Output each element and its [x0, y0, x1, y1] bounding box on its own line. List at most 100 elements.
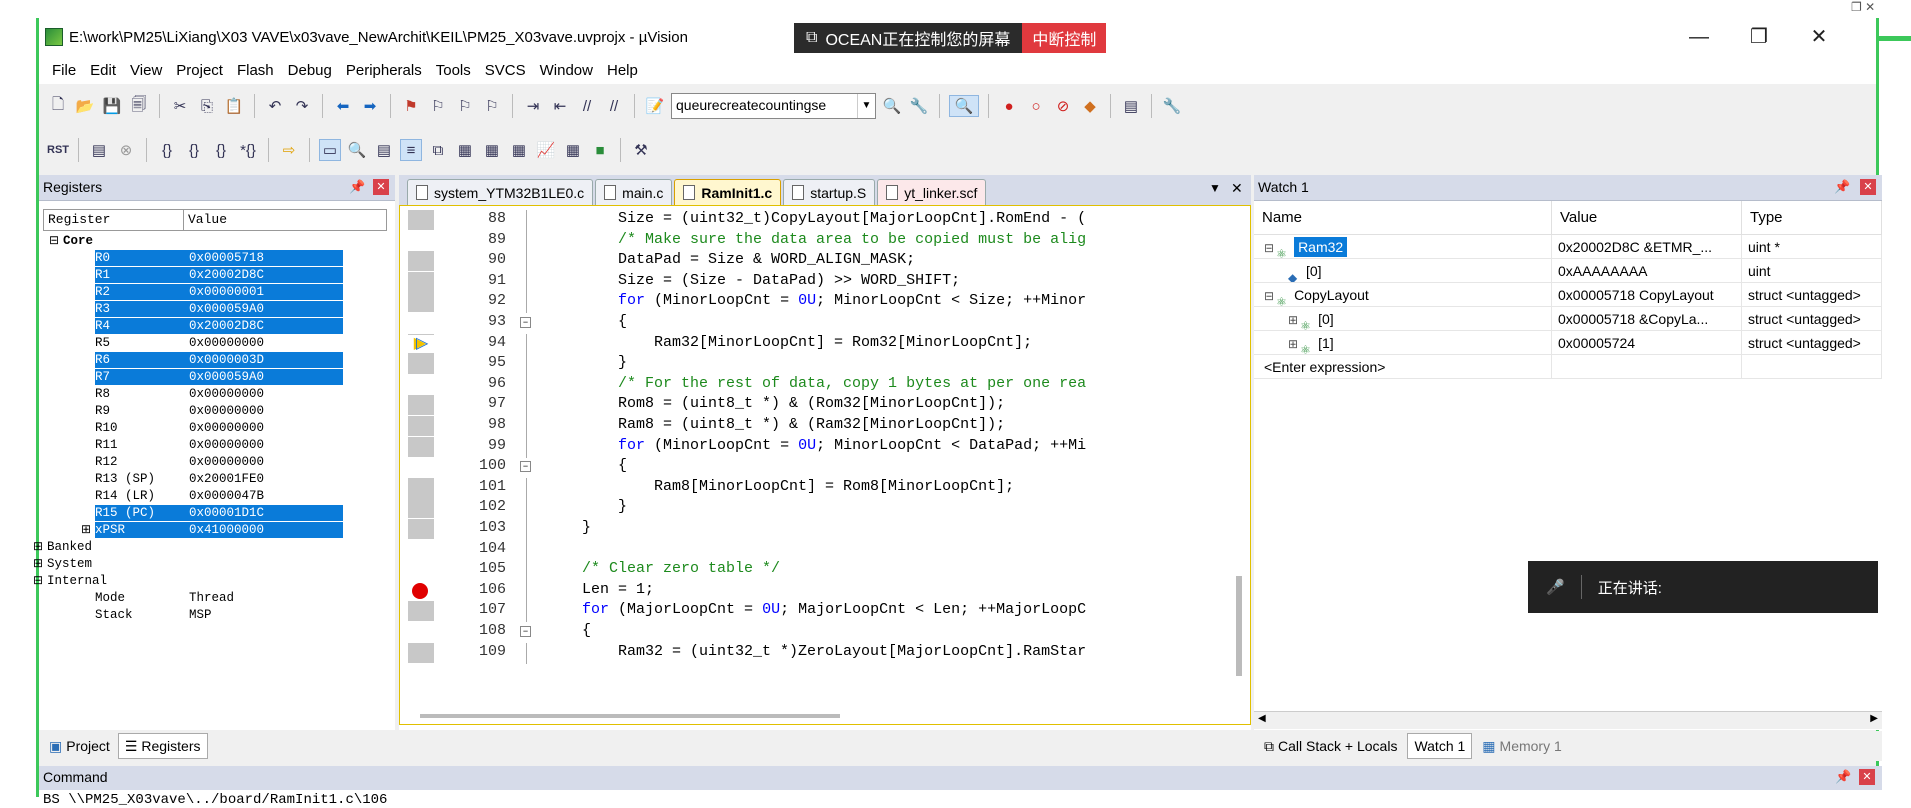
code-line[interactable]: Size = (Size - DataPad) >> WORD_SHIFT; [510, 272, 960, 289]
register-row[interactable]: R4 0x20002D8C [43, 318, 387, 334]
save-icon[interactable]: 💾 [101, 95, 123, 117]
register-row[interactable]: R3 0x000059A0 [43, 301, 387, 317]
watch-windows-icon[interactable]: ▦ [454, 139, 476, 161]
find-in-files-icon[interactable]: 📝 [644, 95, 666, 117]
register-row[interactable]: R11 0x00000000 [43, 437, 387, 453]
horizontal-scrollbar[interactable] [420, 714, 840, 718]
reset-icon[interactable]: RST [47, 139, 69, 161]
navigate-forward-icon[interactable]: ➡ [359, 95, 381, 117]
register-value[interactable]: 0x20001FE0 [183, 471, 343, 487]
gutter-mark[interactable] [408, 292, 434, 313]
code-line[interactable]: Rom8 = (uint8_t *) & (Rom32[MinorLoopCnt… [510, 395, 1005, 412]
register-row[interactable]: R14 (LR) 0x0000047B [43, 488, 387, 504]
vertical-scrollbar-thumb[interactable] [1236, 576, 1242, 676]
tab-list-icon[interactable]: ▼ [1209, 181, 1221, 195]
unindent-icon[interactable]: ⇤ [549, 95, 571, 117]
gutter-mark[interactable] [408, 271, 434, 292]
insert-breakpoint-icon[interactable]: ● [998, 95, 1020, 117]
register-row[interactable]: R0 0x00005718 [43, 250, 387, 266]
analysis-windows-icon[interactable]: 📈 [535, 139, 557, 161]
run-to-cursor-icon[interactable]: *{} [237, 139, 259, 161]
register-value[interactable]: 0x20002D8C [183, 318, 343, 334]
gutter-mark[interactable] [408, 436, 434, 457]
watch-row[interactable]: <Enter expression> [1254, 355, 1882, 379]
tab-watch-1[interactable]: Watch 1 [1407, 733, 1473, 759]
editor-tab[interactable]: startup.S [783, 179, 876, 205]
collapse-icon[interactable]: ⊟ [49, 233, 59, 248]
gutter-mark[interactable] [408, 210, 434, 230]
watch-name-cell[interactable]: ⊞ ⚛ [0] [1254, 307, 1552, 331]
configure-icon[interactable]: 🔧 [1161, 95, 1183, 117]
register-row[interactable]: Stack MSP [43, 607, 387, 623]
kill-breakpoints-icon[interactable]: ◆ [1079, 95, 1101, 117]
register-value[interactable]: 0x20002D8C [183, 267, 343, 283]
register-value[interactable]: 0x00000001 [183, 284, 343, 300]
register-row[interactable]: R5 0x00000000 [43, 335, 387, 351]
register-row[interactable]: ⊟ Internal [33, 573, 387, 589]
register-value[interactable]: 0x41000000 [183, 522, 343, 538]
watch-value-cell[interactable]: 0x00005724 [1552, 331, 1742, 355]
next-bookmark-icon[interactable]: ⚐ [454, 95, 476, 117]
code-line[interactable]: Ram8 = (uint8_t *) & (Ram32[MinorLoopCnt… [510, 416, 1005, 433]
expand-icon[interactable]: ⊞ [33, 556, 43, 571]
tab-call-stack[interactable]: ⧉ Call Stack + Locals [1258, 733, 1403, 759]
menu-tools[interactable]: Tools [429, 62, 478, 79]
code-line[interactable]: for (MajorLoopCnt = 0U; MajorLoopCnt < L… [510, 601, 1086, 618]
window-layout-icon[interactable]: ▤ [1120, 95, 1142, 117]
gutter-mark[interactable] [408, 395, 434, 416]
register-value[interactable]: MSP [183, 607, 343, 623]
memory-windows-icon[interactable]: ▦ [481, 139, 503, 161]
watch-value-header[interactable]: Value [1552, 201, 1742, 235]
paste-icon[interactable]: 📋 [223, 95, 245, 117]
expand-icon[interactable]: ⊞ [33, 539, 43, 554]
watch-name-cell[interactable]: ⊟ ⚛ CopyLayout [1254, 283, 1552, 307]
register-value[interactable]: 0x00000000 [183, 437, 343, 453]
gutter-mark[interactable] [408, 519, 434, 539]
menu-edit[interactable]: Edit [83, 62, 123, 79]
breakpoint-icon[interactable] [412, 582, 428, 599]
undo-icon[interactable]: ↶ [264, 95, 286, 117]
code-line[interactable]: Ram8[MinorLoopCnt] = Rom8[MinorLoopCnt]; [510, 478, 1014, 495]
code-line[interactable]: Size = (uint32_t)CopyLayout[MajorLoopCnt… [510, 210, 1086, 227]
expand-icon[interactable]: ⊞ [81, 522, 91, 537]
indent-icon[interactable]: ⇥ [522, 95, 544, 117]
code-line[interactable]: } [510, 498, 627, 515]
comment-icon[interactable]: // [576, 95, 598, 117]
command-window-icon[interactable]: ▭ [319, 139, 341, 161]
watch-value-cell[interactable]: 0x00005718 CopyLayout [1552, 283, 1742, 307]
watch-value-cell[interactable]: 0x20002D8C &ETMR_... [1552, 235, 1742, 259]
code-line[interactable]: DataPad = Size & WORD_ALIGN_MASK; [510, 251, 915, 268]
editor-tab[interactable]: system_YTM32B1LE0.c [407, 179, 594, 205]
registers-window-icon[interactable]: ≡ [400, 139, 422, 161]
register-row[interactable]: R13 (SP) 0x20001FE0 [43, 471, 387, 487]
register-value[interactable]: 0x000059A0 [183, 369, 343, 385]
register-row[interactable]: R9 0x00000000 [43, 403, 387, 419]
watch-row[interactable]: ⊟ ⚛ CopyLayout 0x00005718 CopyLayout struct … [1254, 283, 1882, 307]
tab-project[interactable]: ▣ Project [43, 733, 116, 759]
new-file-icon[interactable]: 🗋 [47, 95, 69, 117]
watch-name-cell[interactable]: ◆ [0] [1254, 259, 1552, 283]
register-value[interactable]: 0x00000000 [183, 403, 343, 419]
expand-icon[interactable]: ⊞ [1288, 337, 1298, 351]
step-over-icon[interactable]: {} [183, 139, 205, 161]
value-column-header[interactable]: Value [184, 210, 386, 230]
watch-name-cell[interactable]: ⊟ ⚛ Ram32 [1254, 235, 1552, 259]
register-row[interactable]: R6 0x0000003D [43, 352, 387, 368]
trace-windows-icon[interactable]: ▦ [562, 139, 584, 161]
code-line[interactable]: Ram32[MinorLoopCnt] = Rom32[MinorLoopCnt… [510, 334, 1032, 351]
tab-registers[interactable]: ☰ Registers [117, 733, 208, 759]
clear-bookmarks-icon[interactable]: ⚐ [481, 95, 503, 117]
register-row[interactable]: R7 0x000059A0 [43, 369, 387, 385]
register-row[interactable]: R1 0x20002D8C [43, 267, 387, 283]
register-value[interactable]: Thread [183, 590, 343, 606]
collapse-icon[interactable]: ⊟ [1264, 289, 1274, 303]
code-line[interactable]: { [510, 313, 627, 330]
debug-session-icon[interactable]: 🔍 [949, 95, 979, 117]
expand-icon[interactable]: ⊞ [1288, 313, 1298, 327]
call-stack-window-icon[interactable]: ⧉ [427, 139, 449, 161]
watch-value-cell[interactable] [1552, 355, 1742, 379]
incremental-find-icon[interactable]: 🔧 [908, 95, 930, 117]
minimize-button[interactable]: — [1679, 22, 1719, 52]
gutter-mark[interactable] [408, 354, 434, 375]
menu-svcs[interactable]: SVCS [478, 62, 533, 79]
